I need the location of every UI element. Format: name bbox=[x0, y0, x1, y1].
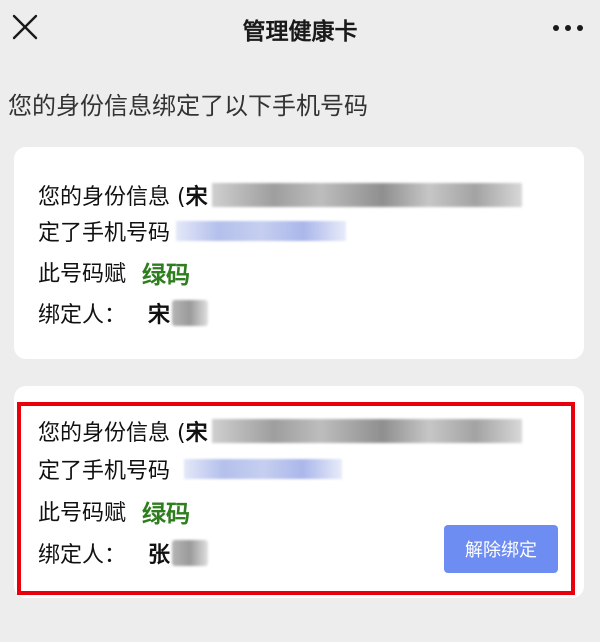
code-prefix: 此号码赋 bbox=[38, 262, 127, 287]
binding-card: 您的身份信息 ( 宋 定了手机号码 此号码赋 绿码 绑定人： 宋 bbox=[14, 147, 584, 359]
binding-subtitle: 您的身份信息绑定了以下手机号码 bbox=[8, 92, 368, 120]
status-badge: 绿码 bbox=[142, 260, 191, 289]
page-title: 管理健康卡 bbox=[242, 19, 358, 45]
identity-name: 宋 bbox=[185, 185, 208, 210]
phone-line: 定了手机号码 bbox=[38, 213, 347, 249]
redacted-name-blur bbox=[172, 300, 209, 326]
redacted-phone-blur bbox=[176, 221, 347, 241]
bound-person-label: 绑定人： bbox=[38, 303, 127, 328]
code-line: 此号码赋 绿码 bbox=[38, 254, 190, 290]
close-icon[interactable] bbox=[8, 10, 44, 46]
identity-prefix: 您的身份信息 ( bbox=[38, 185, 186, 210]
bound-person-name: 宋 bbox=[148, 303, 171, 328]
unbind-button[interactable]: 解除绑定 bbox=[444, 525, 558, 573]
identity-line: 您的身份信息 ( 宋 bbox=[38, 177, 522, 213]
nav-bar: 管理健康卡 bbox=[0, 0, 600, 56]
more-dots-icon[interactable] bbox=[550, 14, 586, 42]
phone-prefix: 定了手机号码 bbox=[38, 221, 171, 246]
bound-person-line: 绑定人： 宋 bbox=[38, 295, 209, 331]
redacted-id-blur bbox=[211, 183, 522, 207]
